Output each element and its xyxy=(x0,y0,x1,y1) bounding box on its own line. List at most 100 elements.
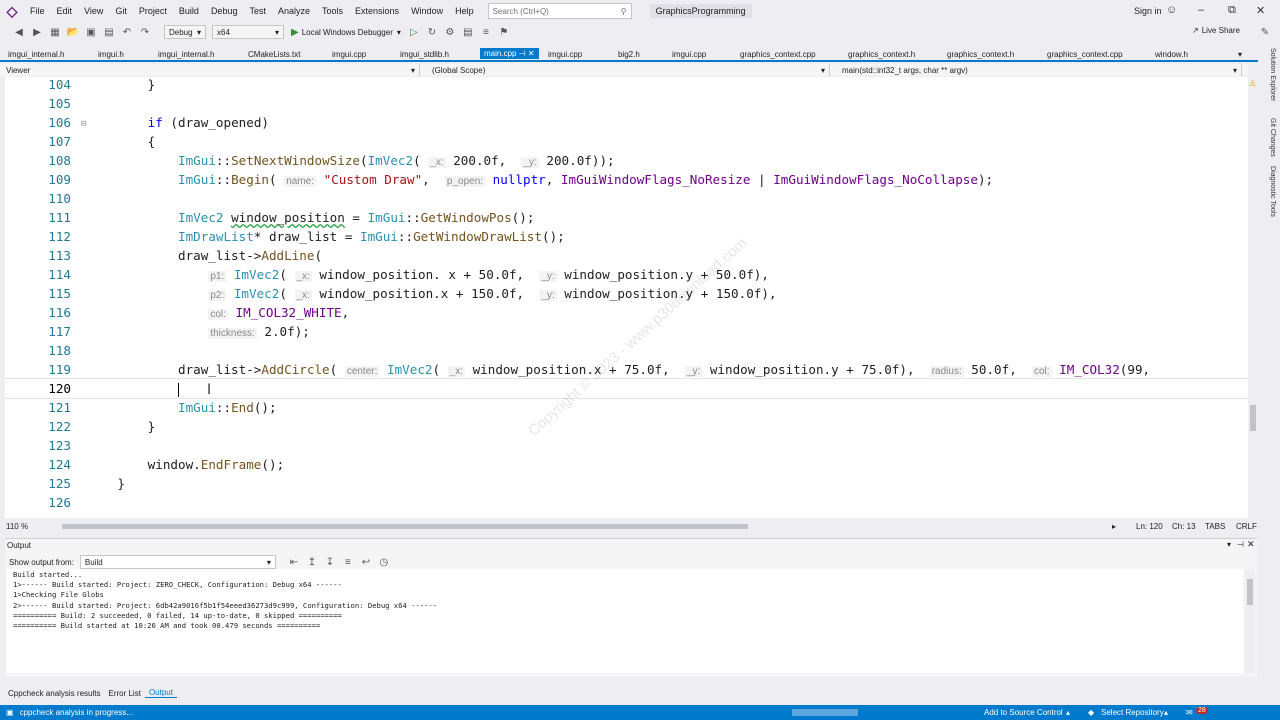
tab-imgui-cpp-3[interactable]: imgui.cpp xyxy=(672,50,706,59)
save-icon[interactable]: ▣ xyxy=(84,25,98,39)
diagnostics-icon[interactable]: ⚙ xyxy=(443,25,457,39)
output-source-dropdown[interactable]: Build ▾ xyxy=(79,555,276,569)
tab-imgui-cpp-2[interactable]: imgui.cpp xyxy=(548,50,582,59)
tab-imgui-cpp[interactable]: imgui.cpp xyxy=(332,50,366,59)
tab-graphics-context-cpp[interactable]: graphics_context.cpp xyxy=(740,50,816,59)
scrollbar-thumb[interactable] xyxy=(1250,405,1256,431)
word-wrap-icon[interactable]: ↩ xyxy=(359,555,373,569)
output-vertical-scrollbar[interactable] xyxy=(1245,569,1255,673)
layout-icon[interactable]: ▤ xyxy=(461,25,475,39)
tab-imgui-internal-h[interactable]: imgui_internal.h xyxy=(8,50,64,59)
tab-graphics-context-cpp-2[interactable]: graphics_context.cpp xyxy=(1047,50,1123,59)
solution-explorer-tab[interactable]: Solution Explorer xyxy=(1262,48,1276,101)
next-message-icon[interactable]: ↧ xyxy=(323,555,337,569)
feedback-icon[interactable]: ☺ xyxy=(1166,4,1177,16)
restore-icon[interactable]: ⧉ xyxy=(1228,4,1236,17)
menu-build[interactable]: Build xyxy=(173,6,205,16)
start-without-debugging-icon[interactable]: ▷ xyxy=(407,25,421,39)
previous-message-icon[interactable]: ↥ xyxy=(305,555,319,569)
menu-edit[interactable]: Edit xyxy=(51,6,79,16)
code-text xyxy=(87,379,179,398)
line-number: 108 xyxy=(48,153,71,168)
diagnostic-tools-tab[interactable]: Diagnostic Tools xyxy=(1262,166,1276,217)
minimize-icon[interactable]: – xyxy=(1198,4,1204,16)
menu-help[interactable]: Help xyxy=(449,6,480,16)
select-repository-button[interactable]: Select Repository xyxy=(1101,708,1164,717)
menu-debug[interactable]: Debug xyxy=(205,6,244,16)
menu-window[interactable]: Window xyxy=(405,6,449,16)
format-icon[interactable]: ≡ xyxy=(479,25,493,39)
zoom-level[interactable]: 110 % xyxy=(6,522,28,531)
save-all-icon[interactable]: ▤ xyxy=(102,25,116,39)
output-line: 2>------ Build started: Project: 6db42a9… xyxy=(13,600,438,610)
member-dropdown[interactable]: main(std::int32_t args, char ** argv) ▾ xyxy=(830,64,1242,76)
close-icon[interactable]: ✕ xyxy=(1256,4,1265,17)
menu-analyze[interactable]: Analyze xyxy=(272,6,316,16)
feedback-pin-icon[interactable]: ✎ xyxy=(1258,25,1272,39)
horizontal-scrollbar-thumb[interactable] xyxy=(62,524,748,529)
scroll-right-icon[interactable]: ▸ xyxy=(1112,522,1116,531)
find-message-icon[interactable]: ⇤ xyxy=(287,555,301,569)
pin-icon[interactable]: ⊣ xyxy=(519,49,526,58)
open-icon[interactable]: 📂 xyxy=(66,25,80,39)
menu-view[interactable]: View xyxy=(78,6,109,16)
search-input[interactable]: Search (Ctrl+Q) ⚲ xyxy=(487,3,632,19)
timestamp-icon[interactable]: ◷ xyxy=(377,555,391,569)
chevron-up-icon: ▴ xyxy=(1066,708,1071,717)
tab-imgui-stdlib-h[interactable]: imgui_stdlib.h xyxy=(400,50,449,59)
configuration-dropdown[interactable]: Debug ▾ xyxy=(164,25,206,39)
close-panel-icon[interactable]: ✕ xyxy=(1247,539,1255,550)
git-changes-tab[interactable]: Git Changes xyxy=(1262,118,1276,157)
new-item-icon[interactable]: ▦ xyxy=(48,25,62,39)
eol-indicator[interactable]: CRLF xyxy=(1236,522,1257,531)
tab-output[interactable]: Output xyxy=(144,688,177,698)
tab-big2-h[interactable]: big2.h xyxy=(618,50,640,59)
debugger-label: Local Windows Debugger xyxy=(301,27,393,37)
menu-git[interactable]: Git xyxy=(109,6,133,16)
add-source-control-button[interactable]: Add to Source Control xyxy=(984,708,1063,717)
scrollbar-thumb[interactable] xyxy=(1247,579,1253,605)
notifications-icon[interactable]: ✉ xyxy=(1186,708,1193,717)
forward-icon[interactable]: ▶ xyxy=(30,25,44,39)
start-debugger-button[interactable]: ▶ Local Windows Debugger ▾ xyxy=(291,27,401,38)
menu-test[interactable]: Test xyxy=(243,6,272,16)
tab-cmakelists[interactable]: CMakeLists.txt xyxy=(248,50,300,59)
play-icon: ▶ xyxy=(291,26,299,38)
clear-all-icon[interactable]: ≡ xyxy=(341,555,355,569)
editor-vertical-scrollbar[interactable]: ⚠ xyxy=(1248,77,1258,521)
tab-imgui-internal-h-2[interactable]: imgui_internal.h xyxy=(158,50,214,59)
tab-imgui-h[interactable]: imgui.h xyxy=(98,50,124,59)
line-number: 107 xyxy=(48,134,71,149)
bookmark-icon[interactable]: ⚑ xyxy=(497,25,511,39)
undo-icon[interactable]: ↶ xyxy=(120,25,134,39)
collapse-icon[interactable]: ⊟ xyxy=(81,119,86,129)
tab-window-h[interactable]: window.h xyxy=(1155,50,1188,59)
live-share-button[interactable]: ↗ Live Share xyxy=(1192,26,1240,35)
panel-menu-icon[interactable]: ▾ xyxy=(1227,540,1231,549)
code-line: 110 xyxy=(5,189,1248,208)
tab-cppcheck-results[interactable]: Cppcheck analysis results xyxy=(4,689,104,698)
warning-icon[interactable]: ⚠ xyxy=(1249,79,1256,88)
redo-icon[interactable]: ↷ xyxy=(138,25,152,39)
scope-dropdown[interactable]: (Global Scope) ▾ xyxy=(420,64,830,76)
menu-project[interactable]: Project xyxy=(133,6,173,16)
scope-value: (Global Scope) xyxy=(432,65,486,75)
platform-dropdown[interactable]: x64 ▾ xyxy=(212,25,284,39)
menu-tools[interactable]: Tools xyxy=(316,6,349,16)
tab-overflow-icon[interactable]: ▾ xyxy=(1238,50,1242,59)
hot-reload-icon[interactable]: ↻ xyxy=(425,25,439,39)
tab-error-list[interactable]: Error List xyxy=(104,689,144,698)
back-icon[interactable]: ◀ xyxy=(12,25,26,39)
tab-graphics-context-h-2[interactable]: graphics_context.h xyxy=(947,50,1014,59)
menu-extensions[interactable]: Extensions xyxy=(349,6,405,16)
menu-file[interactable]: File xyxy=(24,6,51,16)
indent-indicator[interactable]: TABS xyxy=(1205,522,1225,531)
pin-panel-icon[interactable]: ⊣ xyxy=(1237,540,1244,549)
project-dropdown[interactable]: Viewer ▾ xyxy=(0,64,420,76)
code-editor[interactable]: 104 } 105 106 if (draw_opened) 107 { 108… xyxy=(5,77,1248,518)
tab-main-cpp[interactable]: main.cpp ⊣ ✕ xyxy=(480,48,539,59)
output-text[interactable]: Build started... 1>------ Build started: … xyxy=(7,569,1243,673)
close-tab-icon[interactable]: ✕ xyxy=(528,49,535,58)
sign-in-link[interactable]: Sign in xyxy=(1134,6,1162,16)
tab-graphics-context-h[interactable]: graphics_context.h xyxy=(848,50,915,59)
